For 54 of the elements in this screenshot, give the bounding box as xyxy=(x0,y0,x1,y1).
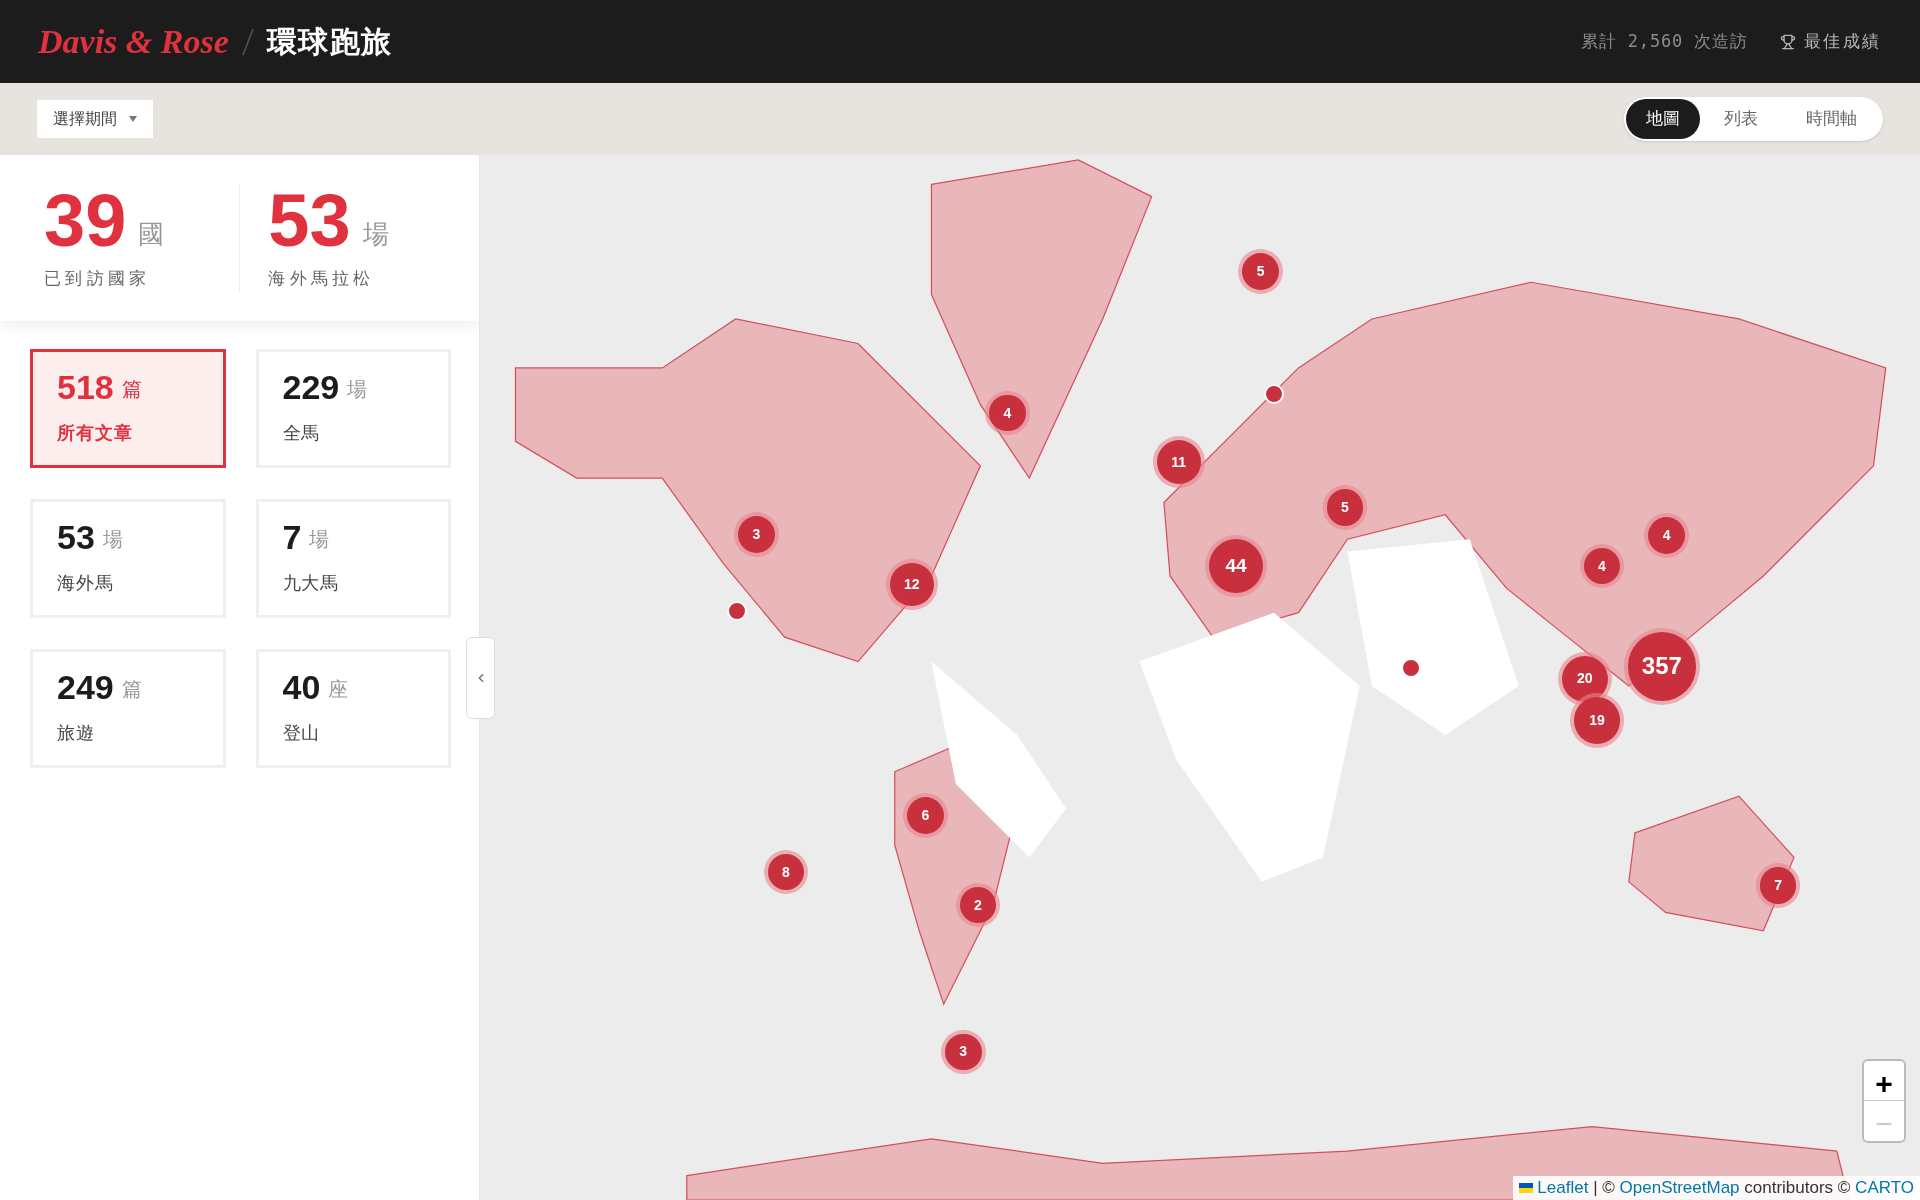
category-card[interactable]: 518 篇 所有文章 xyxy=(30,349,226,468)
caret-down-icon xyxy=(129,116,137,122)
cluster-marker[interactable]: 19 xyxy=(1573,697,1621,744)
summary-unit: 國 xyxy=(138,219,165,252)
leaflet-link[interactable]: Leaflet xyxy=(1537,1178,1589,1198)
category-count: 40 xyxy=(282,670,321,704)
category-label: 旅遊 xyxy=(57,722,95,745)
category-label: 所有文章 xyxy=(57,422,133,445)
category-card[interactable]: 229 場 全馬 xyxy=(255,349,451,468)
slash-divider-icon xyxy=(240,26,255,57)
carto-link[interactable]: CARTO xyxy=(1855,1178,1914,1198)
summary-value: 39 xyxy=(44,184,127,259)
view-tab[interactable]: 列表 xyxy=(1700,99,1782,139)
cluster-marker[interactable]: 5 xyxy=(1242,252,1279,290)
category-unit: 篇 xyxy=(121,677,142,702)
category-label: 全馬 xyxy=(282,422,321,445)
cluster-marker[interactable]: 20 xyxy=(1561,655,1608,702)
category-count: 53 xyxy=(57,520,95,554)
category-card[interactable]: 7 場 九大馬 xyxy=(255,499,451,618)
best-results-link[interactable]: 最佳成績 xyxy=(1779,28,1882,55)
category-label: 海外馬 xyxy=(57,572,114,595)
summary-unit: 場 xyxy=(362,219,389,252)
attribution-text: Leaflet | © OpenStreetMap contributors © CARTO xyxy=(1537,1177,1914,1200)
site-title: 環球跑旅 xyxy=(266,24,393,60)
category-unit: 篇 xyxy=(121,377,142,402)
summary-label: 海外馬拉松 xyxy=(268,268,376,291)
category-count: 518 xyxy=(57,370,114,404)
brand-logo[interactable]: Davis & Rose xyxy=(38,16,229,67)
category-card[interactable]: 40 座 登山 xyxy=(255,649,451,768)
category-card[interactable]: 53 場 海外馬 xyxy=(30,499,226,618)
period-dropdown[interactable]: 選擇期間 xyxy=(37,100,153,138)
summary-value: 53 xyxy=(268,184,351,259)
category-count: 7 xyxy=(282,520,302,554)
category-label: 九大馬 xyxy=(282,572,340,595)
visit-counter: 累計 2,560 次造訪 xyxy=(1580,29,1748,53)
summary-label: 已到訪國家 xyxy=(44,268,152,291)
view-tab[interactable]: 地圖 xyxy=(1626,99,1700,139)
category-unit: 場 xyxy=(102,527,123,552)
category-label: 登山 xyxy=(282,722,321,745)
category-count: 249 xyxy=(57,670,114,704)
cluster-marker[interactable]: 357 xyxy=(1627,632,1696,701)
cluster-marker[interactable]: 11 xyxy=(1156,440,1201,485)
category-unit: 場 xyxy=(309,527,330,552)
view-tab[interactable]: 時間軸 xyxy=(1782,99,1881,139)
flag-icon xyxy=(1519,1183,1534,1193)
zoom-in-button[interactable]: + xyxy=(1864,1061,1904,1101)
category-card[interactable]: 249 篇 旅遊 xyxy=(30,649,226,768)
cluster-marker[interactable]: 3 xyxy=(944,1033,982,1071)
openstreetmap-link[interactable]: OpenStreetMap xyxy=(1619,1178,1740,1198)
cluster-marker[interactable]: 8 xyxy=(767,853,805,891)
category-count: 229 xyxy=(282,370,340,404)
category-unit: 座 xyxy=(328,677,349,702)
trophy-icon xyxy=(1779,33,1796,50)
category-unit: 場 xyxy=(347,377,368,402)
